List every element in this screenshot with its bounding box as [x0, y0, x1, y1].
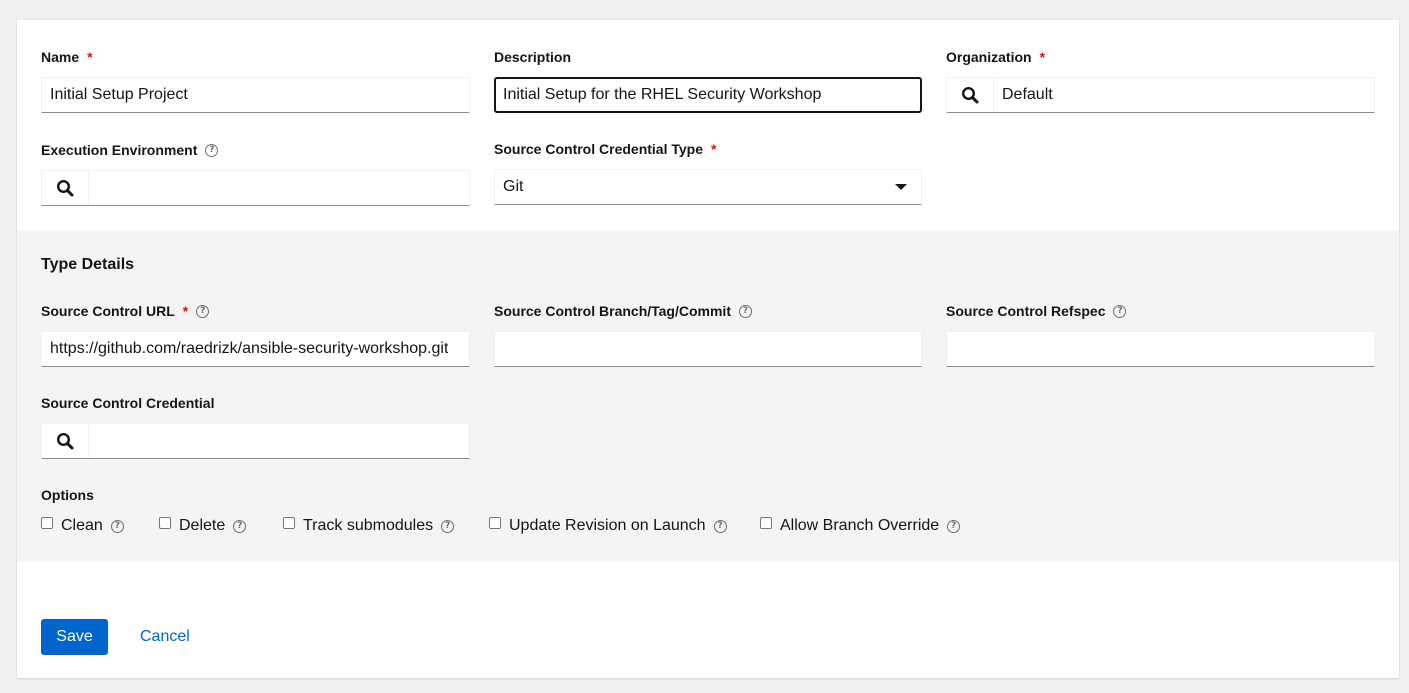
description-input[interactable]: Initial Setup for the RHEL Security Work…	[494, 77, 922, 113]
branch-label-text: Source Control Branch/Tag/Commit	[494, 303, 731, 319]
credential-type-value: Git	[503, 178, 524, 195]
source-control-credential-label-text: Source Control Credential	[41, 395, 215, 411]
help-icon[interactable]: ?	[738, 304, 752, 318]
source-control-url-label: Source Control URL * ?	[41, 302, 210, 320]
credential-type-select[interactable]: Git	[494, 169, 922, 205]
option-track-submodules: Track submodules ?	[283, 517, 455, 535]
option-delete: Delete ?	[159, 517, 247, 535]
required-marker: *	[1039, 49, 1046, 65]
credential-type-label: Source Control Credential Type *	[494, 140, 716, 158]
option-update-revision-checkbox[interactable]	[489, 517, 501, 529]
organization-label-text: Organization	[946, 49, 1032, 65]
help-icon[interactable]: ?	[110, 519, 124, 533]
source-control-credential-search-button[interactable]	[42, 424, 89, 458]
help-icon[interactable]: ?	[713, 519, 727, 533]
refspec-label-text: Source Control Refspec	[946, 303, 1106, 319]
option-clean-label: Clean	[61, 517, 103, 534]
options-label-text: Options	[41, 487, 94, 503]
option-track-submodules-checkbox[interactable]	[283, 517, 295, 529]
refspec-label: Source Control Refspec ?	[946, 302, 1127, 320]
type-details-title: Type Details	[41, 256, 135, 273]
execution-environment-label-text: Execution Environment	[41, 142, 198, 158]
organization-value: Default	[1002, 86, 1053, 103]
search-icon	[56, 179, 74, 197]
organization-label: Organization *	[946, 48, 1045, 66]
option-allow-branch-override-checkbox[interactable]	[760, 517, 772, 529]
type-details-section	[17, 230, 1399, 562]
project-form-card: Name * Initial Setup Project Description…	[17, 20, 1399, 678]
credential-type-label-text: Source Control Credential Type	[494, 141, 703, 157]
help-icon[interactable]: ?	[1113, 304, 1127, 318]
source-control-credential-field[interactable]	[89, 424, 469, 458]
branch-input[interactable]	[494, 331, 922, 367]
help-icon[interactable]: ?	[947, 519, 961, 533]
option-update-revision: Update Revision on Launch ?	[489, 517, 727, 535]
description-label: Description	[494, 48, 571, 66]
option-update-revision-label: Update Revision on Launch	[509, 517, 706, 534]
save-button[interactable]: Save	[41, 619, 108, 655]
help-icon[interactable]: ?	[196, 304, 210, 318]
required-marker: *	[87, 49, 93, 65]
execution-environment-search-button[interactable]	[42, 171, 89, 205]
help-icon[interactable]: ?	[441, 519, 455, 533]
cancel-button[interactable]: Cancel	[135, 619, 195, 655]
option-track-submodules-label: Track submodules	[303, 517, 434, 534]
source-control-url-value: https://github.com/raedrizk/ansible-secu…	[50, 340, 449, 357]
execution-environment-field[interactable]	[89, 171, 469, 205]
option-delete-checkbox[interactable]	[159, 517, 171, 529]
execution-environment-lookup	[41, 170, 470, 206]
organization-lookup: Default	[946, 77, 1375, 113]
source-control-credential-lookup	[41, 423, 470, 459]
required-marker: *	[182, 303, 189, 319]
name-label: Name *	[41, 48, 93, 66]
name-label-text: Name	[41, 49, 80, 65]
required-marker: *	[711, 141, 717, 157]
description-input-value: Initial Setup for the RHEL Security Work…	[503, 86, 822, 103]
organization-field[interactable]: Default	[994, 78, 1374, 112]
help-icon[interactable]: ?	[233, 519, 247, 533]
options-label: Options	[41, 486, 94, 504]
description-label-text: Description	[494, 49, 572, 65]
option-clean-checkbox[interactable]	[41, 517, 53, 529]
option-clean: Clean ?	[41, 517, 124, 535]
refspec-input[interactable]	[946, 331, 1375, 367]
help-icon[interactable]: ?	[205, 143, 219, 157]
name-input[interactable]: Initial Setup Project	[41, 77, 470, 113]
organization-search-button[interactable]	[947, 78, 994, 112]
name-input-value: Initial Setup Project	[50, 86, 188, 103]
option-allow-branch-override: Allow Branch Override ?	[760, 517, 961, 535]
option-delete-label: Delete	[179, 517, 226, 534]
source-control-credential-label: Source Control Credential	[41, 394, 214, 412]
source-control-url-input[interactable]: https://github.com/raedrizk/ansible-secu…	[41, 331, 470, 367]
branch-label: Source Control Branch/Tag/Commit ?	[494, 302, 752, 320]
source-control-url-label-text: Source Control URL	[41, 303, 175, 319]
execution-environment-label: Execution Environment ?	[41, 141, 219, 159]
search-icon	[961, 86, 979, 104]
caret-down-icon	[895, 184, 907, 190]
search-icon	[56, 432, 74, 450]
option-allow-branch-override-label: Allow Branch Override	[780, 517, 940, 534]
